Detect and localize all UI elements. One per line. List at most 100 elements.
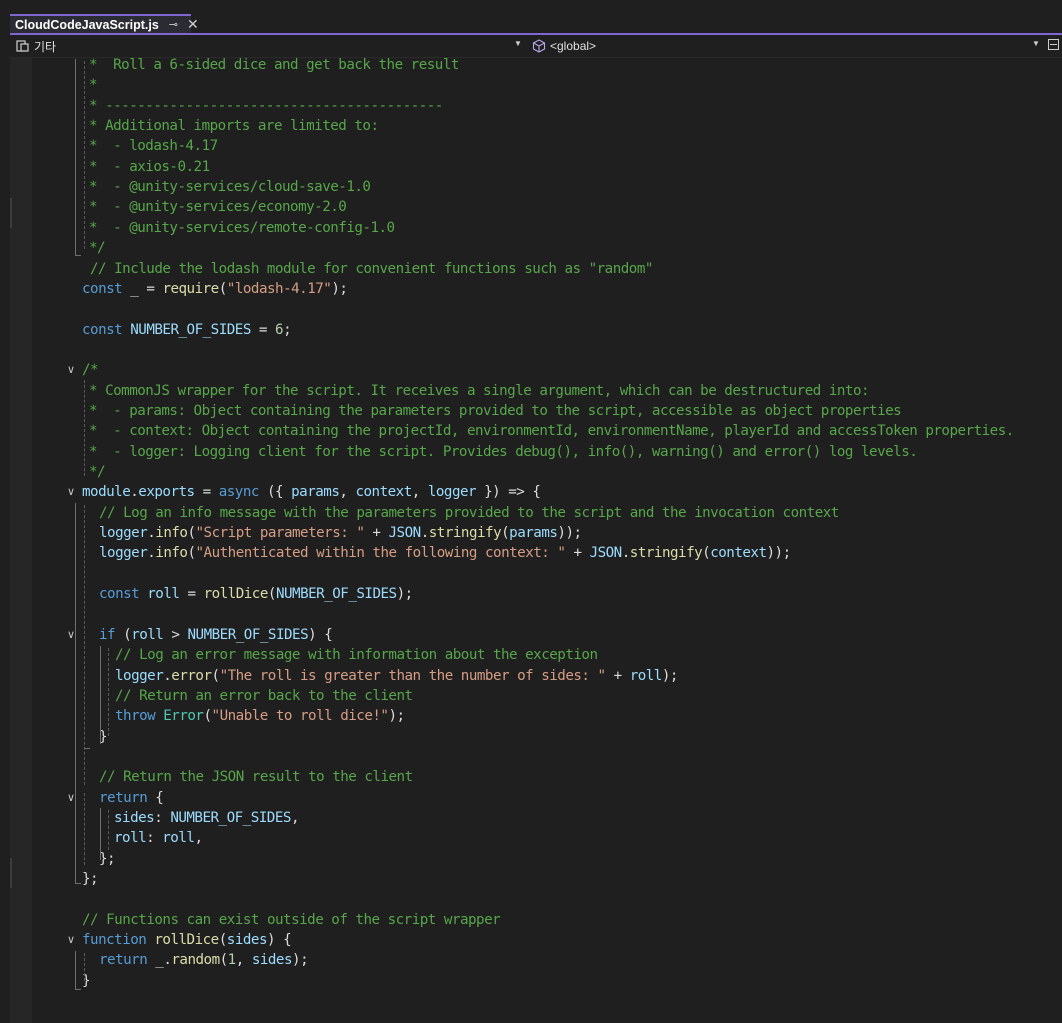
collapse-chevron-icon[interactable]: ∨	[67, 625, 75, 645]
chevron-down-icon[interactable]: ▼	[1032, 39, 1040, 48]
code-line[interactable]: ∨ if (roll > NUMBER_OF_SIDES) {	[10, 625, 1062, 645]
code-line[interactable]: ∨ /*	[10, 360, 1062, 380]
code-token: */	[89, 240, 106, 257]
document-tab[interactable]: CloudCodeJavaScript.js ⊸ ✕	[10, 14, 199, 34]
code-line[interactable]: sides: NUMBER_OF_SIDES,	[10, 808, 1062, 828]
code-token: function	[82, 932, 147, 949]
code-line[interactable]: * CommonJS wrapper for the script. It re…	[10, 381, 1062, 401]
code-line[interactable]: * Roll a 6-sided dice and get back the r…	[10, 55, 1062, 75]
code-editor[interactable]: * Roll a 6-sided dice and get back the r…	[10, 55, 1062, 1023]
collapse-chevron-icon[interactable]: ∨	[67, 788, 75, 808]
code-token: *	[89, 77, 98, 94]
code-text: sides: NUMBER_OF_SIDES,	[114, 808, 299, 828]
code-line[interactable]: * - @unity-services/economy-2.0	[10, 197, 1062, 217]
code-token: require	[162, 280, 219, 297]
code-text: // Log an error message with information…	[115, 645, 598, 665]
code-line[interactable]: }	[10, 727, 1062, 747]
code-line[interactable]: * - params: Object containing the parame…	[10, 401, 1062, 421]
code-line[interactable]	[10, 564, 1062, 584]
code-line[interactable]: * - context: Object containing the proje…	[10, 421, 1062, 441]
code-text: * - @unity-services/economy-2.0	[89, 197, 347, 217]
code-token: sides	[114, 809, 155, 826]
code-token: ,	[235, 952, 252, 969]
code-text: function rollDice(sides) {	[82, 930, 292, 950]
collapse-chevron-icon[interactable]: ∨	[67, 930, 75, 950]
code-line[interactable]: // Log an info message with the paramete…	[10, 503, 1062, 523]
code-line[interactable]: // Return the JSON result to the client	[10, 767, 1062, 787]
code-text: *	[89, 75, 98, 95]
code-token: * - lodash-4.17	[89, 138, 218, 155]
code-line[interactable]: ∨ return {	[10, 788, 1062, 808]
code-line[interactable]: logger.info("Script parameters: " + JSON…	[10, 523, 1062, 543]
code-token: const	[99, 586, 140, 603]
code-text: const _ = require("lodash-4.17");	[82, 279, 348, 299]
code-text: * - logger: Logging client for the scrip…	[89, 442, 918, 462]
code-token: (	[219, 952, 229, 969]
code-token: random	[171, 952, 220, 969]
code-line[interactable]: * Additional imports are limited to:	[10, 116, 1062, 136]
code-line[interactable]: };	[10, 849, 1062, 869]
close-icon[interactable]: ✕	[187, 18, 199, 32]
code-text: * - @unity-services/remote-config-1.0	[89, 218, 395, 238]
scope-dropdown[interactable]: <global>	[532, 38, 596, 54]
project-name: 기타	[34, 39, 57, 54]
code-line[interactable]: throw Error("Unable to roll dice!");	[10, 706, 1062, 726]
code-line[interactable]: * --------------------------------------…	[10, 96, 1062, 116]
code-line[interactable]: ∨ module.exports = async ({ params, conte…	[10, 482, 1062, 502]
code-line[interactable]: // Functions can exist outside of the sc…	[10, 910, 1062, 930]
code-line[interactable]	[10, 604, 1062, 624]
code-text: // Return the JSON result to the client	[99, 767, 413, 787]
code-line[interactable]: * - logger: Logging client for the scrip…	[10, 442, 1062, 462]
tab-title[interactable]: CloudCodeJavaScript.js	[10, 18, 159, 32]
collapse-chevron-icon[interactable]: ∨	[67, 482, 75, 502]
code-line[interactable]: logger.info("Authenticated within the fo…	[10, 543, 1062, 563]
code-line[interactable]: const _ = require("lodash-4.17");	[10, 279, 1062, 299]
code-token: (	[218, 280, 228, 297]
code-line[interactable]: return _.random(1, sides);	[10, 950, 1062, 970]
code-line[interactable]: roll: roll,	[10, 828, 1062, 848]
indent-guide	[108, 648, 109, 736]
code-line[interactable]: */	[10, 462, 1062, 482]
code-token: };	[99, 850, 116, 867]
code-line[interactable]	[10, 747, 1062, 767]
code-line[interactable]	[10, 889, 1062, 909]
code-line[interactable]: * - @unity-services/cloud-save-1.0	[10, 177, 1062, 197]
code-line[interactable]	[10, 340, 1062, 360]
code-line[interactable]: * - lodash-4.17	[10, 136, 1062, 156]
code-line[interactable]: * - @unity-services/remote-config-1.0	[10, 218, 1062, 238]
code-line[interactable]: // Return an error back to the client	[10, 686, 1062, 706]
code-line[interactable]: // Log an error message with information…	[10, 645, 1062, 665]
code-line[interactable]: const roll = rollDice(NUMBER_OF_SIDES);	[10, 584, 1062, 604]
code-line[interactable]: * - axios-0.21	[10, 157, 1062, 177]
project-dropdown[interactable]: 기타	[16, 38, 56, 54]
code-line[interactable]: logger.error("The roll is greater than t…	[10, 666, 1062, 686]
code-token: NUMBER_OF_SIDES	[187, 626, 309, 643]
code-token: rollDice	[203, 586, 269, 603]
code-line[interactable]: }	[10, 971, 1062, 991]
collapse-chevron-icon[interactable]: ∨	[67, 360, 75, 380]
code-line[interactable]: */	[10, 238, 1062, 258]
split-editor-icon[interactable]	[1048, 39, 1059, 50]
code-line[interactable]	[10, 299, 1062, 319]
code-line[interactable]: const NUMBER_OF_SIDES = 6;	[10, 320, 1062, 340]
code-line[interactable]: };	[10, 869, 1062, 889]
code-token: params	[509, 525, 558, 542]
code-token: "Authenticated within the following cont…	[195, 545, 566, 562]
code-token: >	[163, 626, 188, 643]
code-text: * - context: Object containing the proje…	[89, 421, 1014, 441]
code-token: JSON	[388, 525, 422, 542]
code-line[interactable]: *	[10, 75, 1062, 95]
code-token: ,	[290, 809, 300, 826]
code-token: ;	[283, 321, 292, 338]
pin-icon[interactable]: ⊸	[169, 18, 178, 32]
code-text: };	[99, 849, 116, 869]
code-text: */	[89, 462, 106, 482]
code-token: ));	[557, 525, 582, 542]
code-line[interactable]: ∨ function rollDice(sides) {	[10, 930, 1062, 950]
chevron-down-icon[interactable]: ▼	[514, 39, 522, 48]
code-token: */	[89, 464, 106, 480]
code-token: return	[99, 789, 148, 806]
code-token: throw	[115, 708, 156, 725]
code-line[interactable]: // Include the lodash module for conveni…	[10, 259, 1062, 279]
code-token: );	[396, 586, 414, 603]
